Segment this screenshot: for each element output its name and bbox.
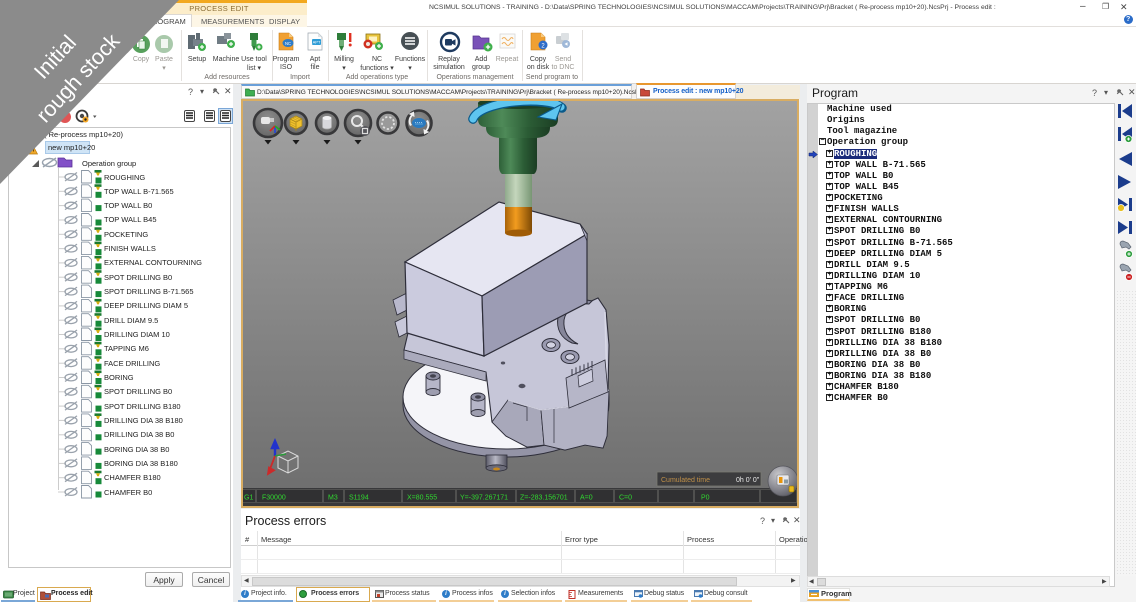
svg-text:X=80.555: X=80.555 bbox=[407, 495, 437, 502]
svg-text:S1194: S1194 bbox=[349, 495, 369, 502]
svg-text:C=0: C=0 bbox=[619, 495, 632, 502]
svg-text:P0: P0 bbox=[701, 495, 710, 502]
svg-text:F30000: F30000 bbox=[262, 495, 286, 502]
svg-text:Y=-397.267171: Y=-397.267171 bbox=[460, 495, 508, 502]
svg-text:M3: M3 bbox=[328, 495, 338, 502]
svg-text:Cumulated time: Cumulated time bbox=[661, 477, 710, 484]
svg-text:Z=-283.156701: Z=-283.156701 bbox=[520, 495, 568, 502]
svg-text:G1: G1 bbox=[244, 495, 253, 502]
svg-text:NC: NC bbox=[285, 41, 291, 46]
svg-text:0h 0' 0": 0h 0' 0" bbox=[736, 477, 760, 484]
svg-text:A=0: A=0 bbox=[580, 495, 593, 502]
svg-text:APT: APT bbox=[313, 40, 321, 45]
